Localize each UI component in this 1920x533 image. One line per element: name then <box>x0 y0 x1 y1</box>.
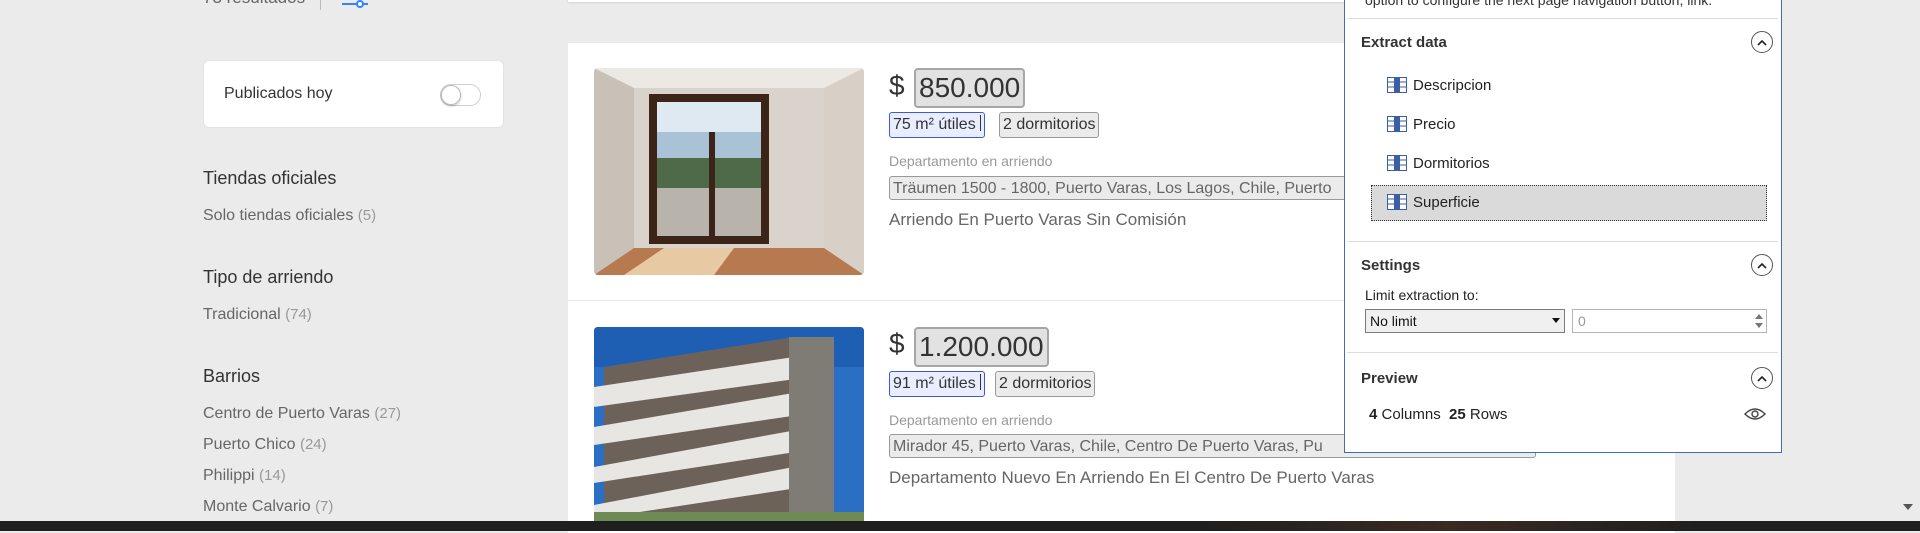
price[interactable]: 1.200.000 <box>914 327 1049 367</box>
filter-item-label: Tradicional <box>203 306 281 323</box>
property-type: Departamento en arriendo <box>889 412 1053 428</box>
filter-item-label: Philippi <box>203 467 255 484</box>
filter-icon[interactable] <box>340 0 370 10</box>
area-text: 91 m² útiles <box>893 375 976 392</box>
preview-rows-count: 25 <box>1449 406 1466 423</box>
published-today-card: Publicados hoy <box>203 60 504 128</box>
search-bar-card <box>568 0 1368 2</box>
section-title-settings: Settings <box>1361 257 1421 274</box>
area-chip[interactable]: 91 m² útiles <box>889 371 985 397</box>
price[interactable]: 850.000 <box>914 68 1026 108</box>
filter-item-count: (7) <box>315 498 334 515</box>
column-label: Superficie <box>1413 194 1480 211</box>
toggle-knob <box>441 85 461 105</box>
table-column-icon <box>1387 155 1407 171</box>
divider <box>320 0 321 10</box>
filter-item-traditional[interactable]: Tradicional (74) <box>203 306 312 324</box>
extract-data-panel: option to configure the next page naviga… <box>1344 0 1782 453</box>
limit-extraction-label: Limit extraction to: <box>1365 287 1479 303</box>
filter-item-label: Puerto Chico <box>203 436 296 453</box>
limit-select-value: No limit <box>1370 313 1417 329</box>
eye-icon[interactable] <box>1743 406 1767 422</box>
panel-hint-text: option to configure the next page naviga… <box>1365 0 1713 8</box>
dropdown-arrow-icon <box>1552 318 1560 323</box>
filter-item-official-stores[interactable]: Solo tiendas oficiales (5) <box>203 207 376 225</box>
preview-rows-label: Rows <box>1469 406 1508 423</box>
currency-symbol: $ <box>889 328 905 359</box>
listing-photo[interactable] <box>594 68 864 275</box>
filter-item-count: (5) <box>357 207 377 224</box>
listing-photo[interactable] <box>594 327 864 527</box>
column-label: Dormitorios <box>1413 155 1490 172</box>
listing-title[interactable]: Departamento Nuevo En Arriendo En El Cen… <box>889 468 1374 488</box>
scroll-down-icon[interactable] <box>1903 504 1913 510</box>
column-item-dormitorios[interactable]: Dormitorios <box>1371 146 1767 182</box>
table-column-icon <box>1387 77 1407 93</box>
column-label: Precio <box>1413 116 1456 133</box>
filter-item-label: Solo tiendas oficiales <box>203 207 354 224</box>
filter-item-count: (24) <box>299 436 327 453</box>
column-item-superficie[interactable]: Superficie <box>1371 185 1767 221</box>
filter-item-label: Centro de Puerto Varas <box>203 405 370 422</box>
preview-stats: 4 Columns 25 Rows <box>1369 406 1507 423</box>
filter-item-count: (27) <box>374 405 402 422</box>
chevron-up-icon[interactable] <box>1751 254 1773 276</box>
filter-title-rental-type: Tipo de arriendo <box>203 267 334 287</box>
spin-up-icon[interactable] <box>1755 314 1763 319</box>
published-today-toggle[interactable] <box>440 84 481 106</box>
divider <box>1347 18 1778 19</box>
section-title-extract-data: Extract data <box>1361 34 1447 51</box>
filter-item-neighborhood[interactable]: Centro de Puerto Varas (27) <box>203 405 401 423</box>
filter-item-count: (74) <box>285 306 312 323</box>
currency-symbol: $ <box>889 70 905 101</box>
column-item-descripcion[interactable]: Descripcion <box>1371 68 1767 104</box>
filter-title-neighborhoods: Barrios <box>203 366 261 386</box>
filter-title-official-stores: Tiendas oficiales <box>203 168 337 188</box>
preview-columns-count: 4 <box>1369 406 1378 423</box>
filter-item-label: Monte Calvario <box>203 498 311 515</box>
divider <box>1347 241 1778 242</box>
bedrooms-chip[interactable]: 2 dormitorios <box>999 112 1100 138</box>
taskbar-background <box>1200 521 1700 531</box>
divider <box>1347 352 1778 353</box>
text-caret <box>979 115 981 131</box>
preview-columns-label: Columns <box>1381 406 1441 423</box>
table-column-icon <box>1387 194 1407 210</box>
text-caret <box>979 374 981 390</box>
limit-number-input[interactable]: 0 <box>1572 309 1767 333</box>
filter-item-neighborhood[interactable]: Monte Calvario (7) <box>203 498 333 516</box>
filter-item-neighborhood[interactable]: Philippi (14) <box>203 467 286 485</box>
area-chip[interactable]: 75 m² útiles <box>889 112 985 138</box>
table-column-icon <box>1387 116 1407 132</box>
filter-item-neighborhood[interactable]: Puerto Chico (24) <box>203 436 327 454</box>
filter-item-count: (14) <box>259 467 286 484</box>
spin-down-icon[interactable] <box>1755 323 1763 328</box>
column-item-precio[interactable]: Precio <box>1371 107 1767 143</box>
published-today-label: Publicados hoy <box>224 85 333 102</box>
area-text: 75 m² útiles <box>893 116 976 133</box>
column-label: Descripcion <box>1413 77 1492 94</box>
chevron-up-icon[interactable] <box>1751 31 1773 53</box>
limit-select[interactable]: No limit <box>1365 309 1565 333</box>
listing-title[interactable]: Arriendo En Puerto Varas Sin Comisión <box>889 210 1186 230</box>
bedrooms-chip[interactable]: 2 dormitorios <box>995 371 1096 397</box>
results-count: 73 resultados <box>203 0 305 8</box>
limit-number-value: 0 <box>1578 313 1586 329</box>
section-title-preview: Preview <box>1361 370 1418 387</box>
property-type: Departamento en arriendo <box>889 153 1053 169</box>
chevron-up-icon[interactable] <box>1751 367 1773 389</box>
